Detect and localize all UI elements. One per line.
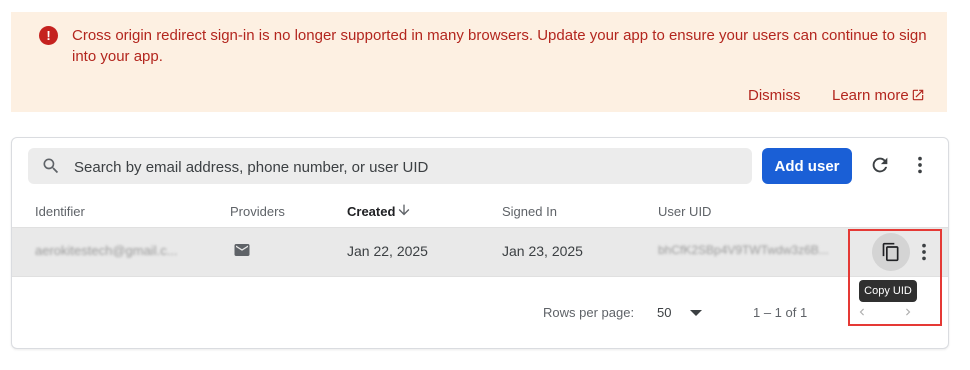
table-row[interactable]: aerokitestech@gmail.c... Jan 22, 2025 Ja… xyxy=(12,227,948,277)
error-icon: ! xyxy=(39,26,58,45)
users-table-card: Add user Identifier Providers Created Si… xyxy=(11,137,949,349)
search-input[interactable] xyxy=(72,148,736,186)
uid-cell: bhCfK2SBp4V9TWTwdw3z6B... xyxy=(658,243,829,257)
created-cell: Jan 22, 2025 xyxy=(347,243,428,259)
copy-uid-tooltip: Copy UID xyxy=(859,280,917,302)
copy-uid-button[interactable] xyxy=(872,233,910,271)
column-header-created[interactable]: Created xyxy=(347,204,395,219)
learn-more-label: Learn more xyxy=(832,87,909,104)
dismiss-button[interactable]: Dismiss xyxy=(748,87,801,104)
email-icon xyxy=(234,244,250,256)
arrow-down-icon[interactable] xyxy=(396,202,412,218)
column-header-providers[interactable]: Providers xyxy=(230,204,285,219)
refresh-icon[interactable] xyxy=(869,154,891,176)
column-header-identifier[interactable]: Identifier xyxy=(35,204,85,219)
rows-per-page-label: Rows per page: xyxy=(543,305,635,320)
signed-in-cell: Jan 23, 2025 xyxy=(502,243,583,259)
column-header-signed-in[interactable]: Signed In xyxy=(502,204,557,219)
chevron-left-icon[interactable] xyxy=(855,304,869,320)
learn-more-link[interactable]: Learn more xyxy=(832,87,925,104)
identifier-cell: aerokitestech@gmail.c... xyxy=(35,243,178,258)
rows-per-page-select[interactable]: 50 xyxy=(657,305,671,320)
chevron-right-icon[interactable] xyxy=(901,304,915,320)
dropdown-arrow-icon[interactable] xyxy=(690,310,702,318)
row-more-vert-icon[interactable] xyxy=(918,241,930,263)
deprecation-banner: ! Cross origin redirect sign-in is no lo… xyxy=(11,12,947,112)
add-user-button[interactable]: Add user xyxy=(762,148,852,184)
column-header-user-uid[interactable]: User UID xyxy=(658,204,711,219)
copy-icon xyxy=(882,242,899,262)
more-vert-icon[interactable] xyxy=(912,154,928,176)
pagination-range: 1 – 1 of 1 xyxy=(753,305,808,320)
banner-message: Cross origin redirect sign-in is no long… xyxy=(72,27,927,65)
external-link-icon xyxy=(912,89,923,101)
search-bar[interactable] xyxy=(28,148,752,186)
search-icon xyxy=(43,158,59,174)
